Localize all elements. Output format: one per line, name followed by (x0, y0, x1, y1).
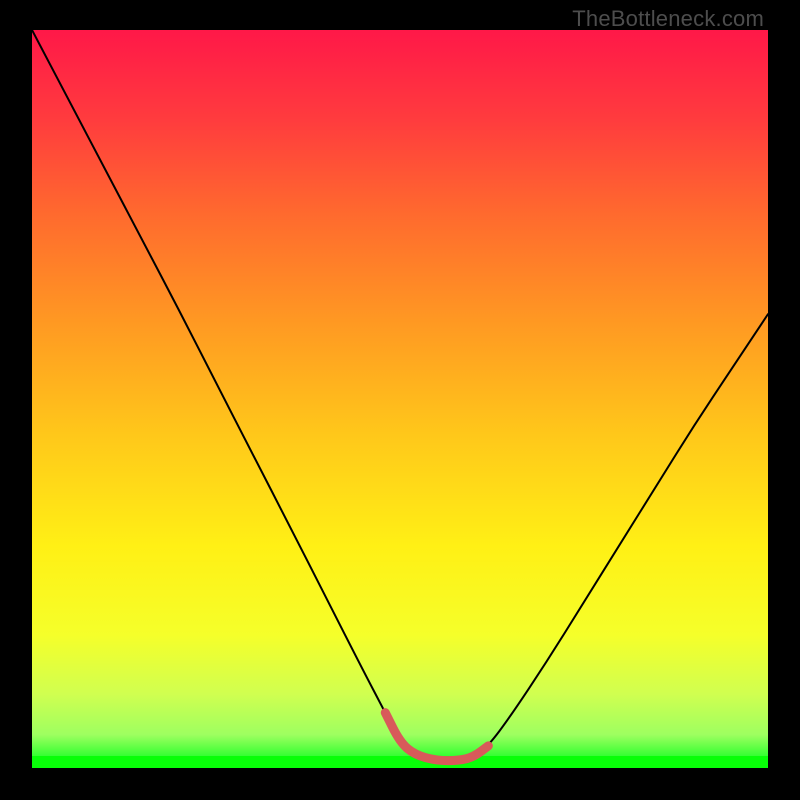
gradient-background (32, 30, 768, 768)
chart-frame: TheBottleneck.com (0, 0, 800, 800)
plot-area (32, 30, 768, 768)
watermark-label: TheBottleneck.com (572, 6, 764, 32)
chart-svg (32, 30, 768, 768)
baseline-band (32, 756, 768, 768)
